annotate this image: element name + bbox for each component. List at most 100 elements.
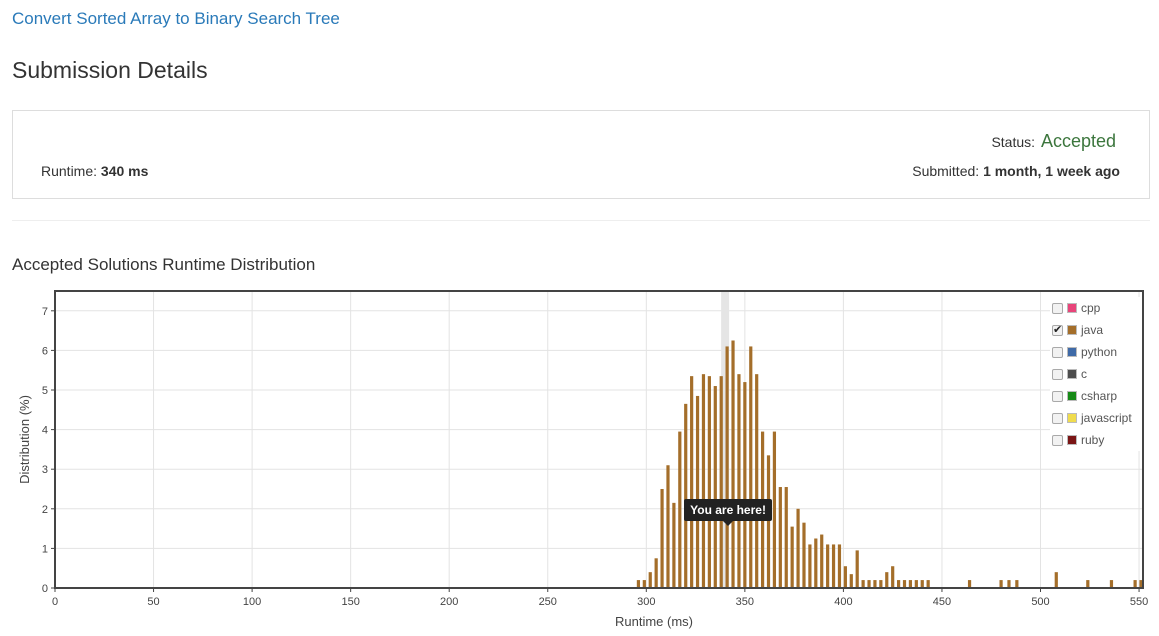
legend-swatch-cpp — [1067, 303, 1077, 313]
chart-bar — [701, 374, 706, 588]
legend-swatch-csharp — [1067, 391, 1077, 401]
y-tick-label: 0 — [42, 583, 48, 595]
x-tick-label: 200 — [440, 596, 458, 608]
legend-checkbox-csharp[interactable] — [1052, 390, 1063, 402]
legend-swatch-c — [1067, 369, 1077, 379]
chart-bar — [749, 346, 753, 588]
chart-bar — [849, 574, 853, 588]
chart-bar — [695, 395, 700, 588]
chart-bar — [1109, 580, 1114, 588]
legend-swatch-javascript — [1067, 413, 1077, 423]
chart-bar — [896, 580, 901, 588]
chart-bar — [885, 572, 889, 588]
chart-bar — [743, 382, 747, 588]
legend-item-ruby[interactable]: ruby — [1050, 429, 1142, 451]
chart-bar — [843, 566, 847, 588]
chart-bar — [1015, 580, 1019, 588]
x-tick-label: 100 — [243, 596, 261, 608]
y-axis-label: Distribution (%) — [17, 395, 32, 484]
chart-bar — [731, 340, 735, 588]
legend-label-java: java — [1081, 323, 1104, 337]
legend-checkbox-java[interactable] — [1052, 323, 1063, 336]
chart-bar — [891, 566, 895, 588]
y-tick-label: 2 — [42, 504, 48, 516]
chart-bar — [831, 544, 836, 588]
plot-frame — [54, 290, 1144, 589]
chart-bar — [814, 538, 818, 588]
chart-bar — [1054, 572, 1058, 588]
x-tick-label: 300 — [637, 596, 655, 608]
chart-bar — [808, 544, 812, 588]
x-tick-label: 0 — [52, 596, 58, 608]
chart-bar — [926, 580, 930, 588]
chart-bar — [713, 386, 717, 588]
x-tick-label: 50 — [147, 596, 159, 608]
legend-item-java[interactable]: java — [1050, 319, 1142, 341]
chart-bar — [802, 522, 806, 588]
legend-label-ruby: ruby — [1081, 433, 1105, 447]
chart-bar — [999, 580, 1003, 588]
legend-item-cpp[interactable]: cpp — [1050, 297, 1142, 319]
legend-item-c[interactable]: c — [1050, 363, 1142, 385]
x-tick-label: 350 — [736, 596, 754, 608]
y-tick-label: 1 — [42, 543, 48, 555]
chart-bar — [678, 431, 682, 588]
chart-legend: cpp java python c csharp javascript ruby — [1050, 297, 1142, 451]
chart-bar — [654, 558, 658, 588]
legend-label-python: python — [1081, 345, 1118, 359]
y-tick-label: 4 — [42, 425, 48, 437]
legend-checkbox-python[interactable] — [1052, 346, 1063, 358]
chart-bar — [778, 487, 782, 588]
chart-bar — [920, 580, 924, 588]
legend-item-javascript[interactable]: javascript — [1050, 407, 1142, 429]
legend-label-javascript: javascript — [1081, 411, 1132, 425]
chart-bar — [766, 455, 771, 588]
chart-bar — [784, 487, 788, 588]
chart-bar — [1086, 580, 1090, 588]
chart-bar — [642, 580, 646, 588]
chart-bar — [873, 580, 877, 588]
you-are-here-tooltip: You are here! — [684, 499, 772, 526]
chart-bar — [690, 376, 694, 588]
chart-bar — [719, 376, 723, 588]
chart-bar — [660, 489, 664, 588]
runtime-distribution-chart: 0 50 100 150 200 250 300 350 400 450 500 550 0 1 2 3 4 5 6… — [17, 290, 1148, 629]
chart-bar — [772, 431, 777, 588]
chart-bar — [666, 465, 670, 588]
legend-label-csharp: csharp — [1081, 389, 1118, 403]
chart-bar — [755, 374, 759, 588]
chart-bar — [826, 544, 830, 588]
y-tick-label: 5 — [42, 385, 48, 397]
chart-bar — [861, 580, 865, 588]
chart-bar — [908, 580, 913, 588]
x-tick-label: 550 — [1130, 596, 1148, 608]
chart-bar — [684, 403, 688, 588]
legend-item-python[interactable]: python — [1050, 341, 1142, 363]
y-tick-label: 6 — [42, 345, 48, 357]
legend-checkbox-ruby[interactable] — [1052, 434, 1063, 446]
legend-swatch-java — [1067, 325, 1077, 335]
x-tick-label: 400 — [834, 596, 852, 608]
chart-bar — [672, 502, 676, 588]
chart-bar — [855, 550, 859, 588]
chart-bar — [636, 580, 641, 588]
legend-checkbox-cpp[interactable] — [1052, 302, 1063, 314]
legend-swatch-ruby — [1067, 435, 1077, 445]
x-tick-label: 450 — [933, 596, 951, 608]
chart-bar — [796, 508, 800, 588]
y-tick-label: 3 — [42, 464, 48, 476]
legend-label-c: c — [1081, 367, 1087, 381]
legend-label-cpp: cpp — [1081, 301, 1101, 315]
x-tick-label: 500 — [1031, 596, 1049, 608]
legend-item-csharp[interactable]: csharp — [1050, 385, 1142, 407]
legend-checkbox-c[interactable] — [1052, 368, 1063, 380]
chart-bar — [879, 580, 883, 588]
chart-bar — [790, 526, 794, 588]
legend-swatch-python — [1067, 347, 1077, 357]
legend-checkbox-javascript[interactable] — [1052, 412, 1063, 424]
x-axis-label: Runtime (ms) — [615, 614, 693, 629]
chart-bar — [820, 534, 824, 588]
x-tick-label: 250 — [539, 596, 557, 608]
chart-bar — [1133, 580, 1137, 588]
chart-bar — [737, 374, 741, 588]
